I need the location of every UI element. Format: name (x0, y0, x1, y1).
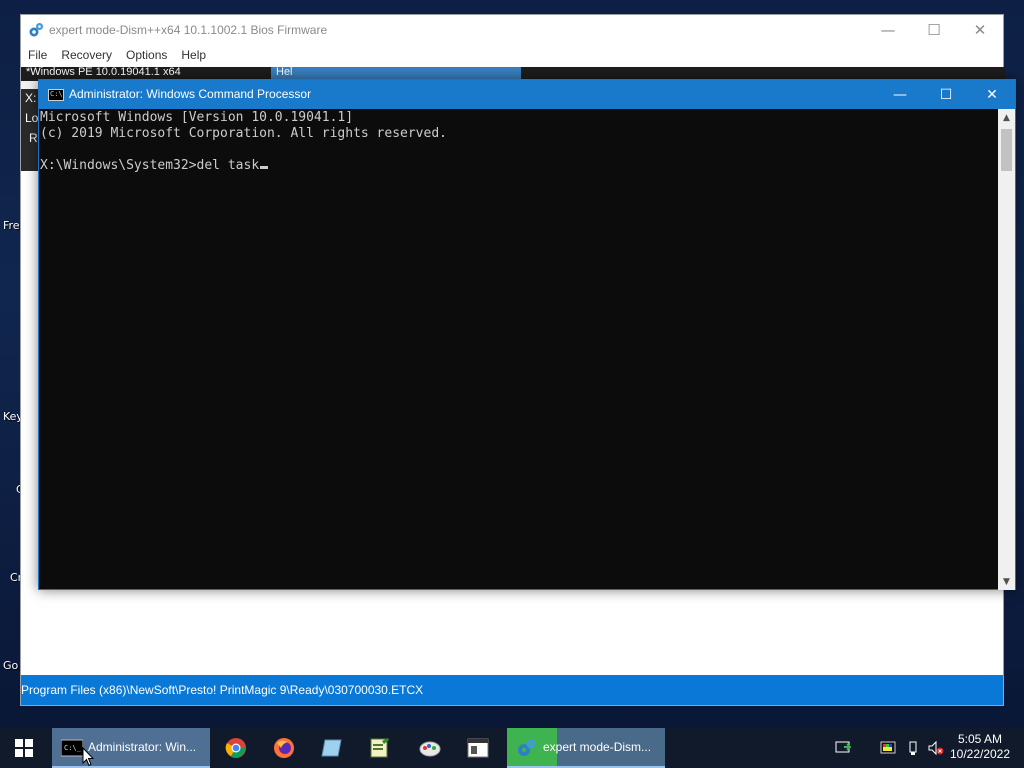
svg-text:C:\_: C:\_ (64, 744, 82, 752)
cmd-window: C:\ Administrator: Windows Command Proce… (38, 79, 1016, 590)
editor-icon (370, 738, 389, 758)
menu-options[interactable]: Options (119, 45, 174, 67)
minimize-button[interactable]: — (865, 15, 911, 45)
vertical-scrollbar[interactable]: ▲ ▼ (998, 109, 1015, 590)
system-clock[interactable]: 5:05 AM 10/22/2022 (942, 732, 1018, 762)
sidebar-text: X: (25, 91, 37, 105)
desktop-icon-label[interactable]: Go (3, 659, 18, 672)
window-app-icon (467, 738, 489, 758)
taskbar-item-editor[interactable] (358, 728, 402, 768)
windows-logo-icon (15, 739, 33, 757)
clock-time: 5:05 AM (957, 732, 1003, 746)
taskbar-item-label: expert mode-Dism... (543, 740, 652, 754)
scroll-up-arrow-icon[interactable]: ▲ (998, 109, 1015, 126)
taskbar-item-firefox[interactable] (262, 728, 306, 768)
console-output[interactable]: Microsoft Windows [Version 10.0.19041.1]… (40, 110, 999, 590)
taskbar: C:\_ Administrator: Win... expert mode-D… (0, 728, 1024, 768)
cmd-icon: C:\ (48, 89, 64, 101)
menu-recovery[interactable]: Recovery (54, 45, 119, 67)
command-text: X:\Windows\System32>del task (40, 158, 260, 173)
console-line: Microsoft Windows [Version 10.0.19041.1] (40, 110, 354, 125)
scroll-down-arrow-icon[interactable]: ▼ (998, 573, 1015, 590)
taskbar-item-dism[interactable]: expert mode-Dism... (507, 728, 665, 768)
cmd-icon: C:\_ (61, 739, 83, 757)
text-cursor (260, 166, 269, 169)
status-bar: Program Files (x86)\NewSoft\Presto! Prin… (21, 675, 1003, 705)
menu-help[interactable]: Help (174, 45, 213, 67)
minimize-button[interactable]: — (877, 80, 923, 109)
console-input-line[interactable]: X:\Windows\System32>del task (40, 158, 999, 174)
taskbar-item-notepad[interactable] (310, 728, 354, 768)
dism-titlebar[interactable]: expert mode-Dism++x64 10.1.1002.1 Bios F… (21, 15, 1003, 45)
window-title: expert mode-Dism++x64 10.1.1002.1 Bios F… (49, 23, 328, 37)
clock-date: 10/22/2022 (949, 747, 1011, 761)
chrome-icon (225, 738, 246, 758)
scroll-thumb[interactable] (1001, 129, 1012, 171)
taskbar-item-paint[interactable] (408, 728, 452, 768)
close-button[interactable]: ✕ (969, 80, 1015, 109)
taskbar-item-cmd[interactable]: C:\_ Administrator: Win... (52, 728, 210, 768)
menu-file[interactable]: File (21, 45, 54, 67)
taskbar-item-window-app[interactable] (456, 728, 500, 768)
console-line: (c) 2019 Microsoft Corporation. All righ… (40, 126, 447, 141)
maximize-button[interactable]: ☐ (923, 80, 969, 109)
firefox-icon (274, 738, 294, 758)
cmd-titlebar[interactable]: C:\ Administrator: Windows Command Proce… (39, 80, 1015, 109)
window-title: Administrator: Windows Command Processor (69, 87, 312, 101)
desktop-icon-label[interactable]: Fre (3, 219, 20, 232)
start-button[interactable] (0, 728, 48, 768)
taskbar-item-label: Administrator: Win... (88, 740, 197, 754)
session-tab-label: *Windows PE 10.0.19041.1 x64 (26, 66, 181, 78)
sidebar-text: Lo (25, 111, 39, 125)
close-button[interactable]: ✕ (957, 15, 1003, 45)
gear-icon (29, 23, 43, 37)
paint-tool-icon (419, 741, 441, 757)
menu-bar: File Recovery Options Help (21, 45, 1003, 67)
taskbar-item-chrome[interactable] (214, 728, 258, 768)
mouse-cursor-icon (82, 747, 94, 767)
notepad-icon (321, 739, 342, 757)
help-tab-label: Hel (276, 66, 293, 78)
display-settings-icon[interactable] (880, 740, 896, 756)
usb-device-icon[interactable] (905, 740, 921, 756)
maximize-button[interactable]: ☐ (911, 15, 957, 45)
dism-icon (518, 739, 536, 756)
network-icon[interactable] (835, 740, 851, 756)
